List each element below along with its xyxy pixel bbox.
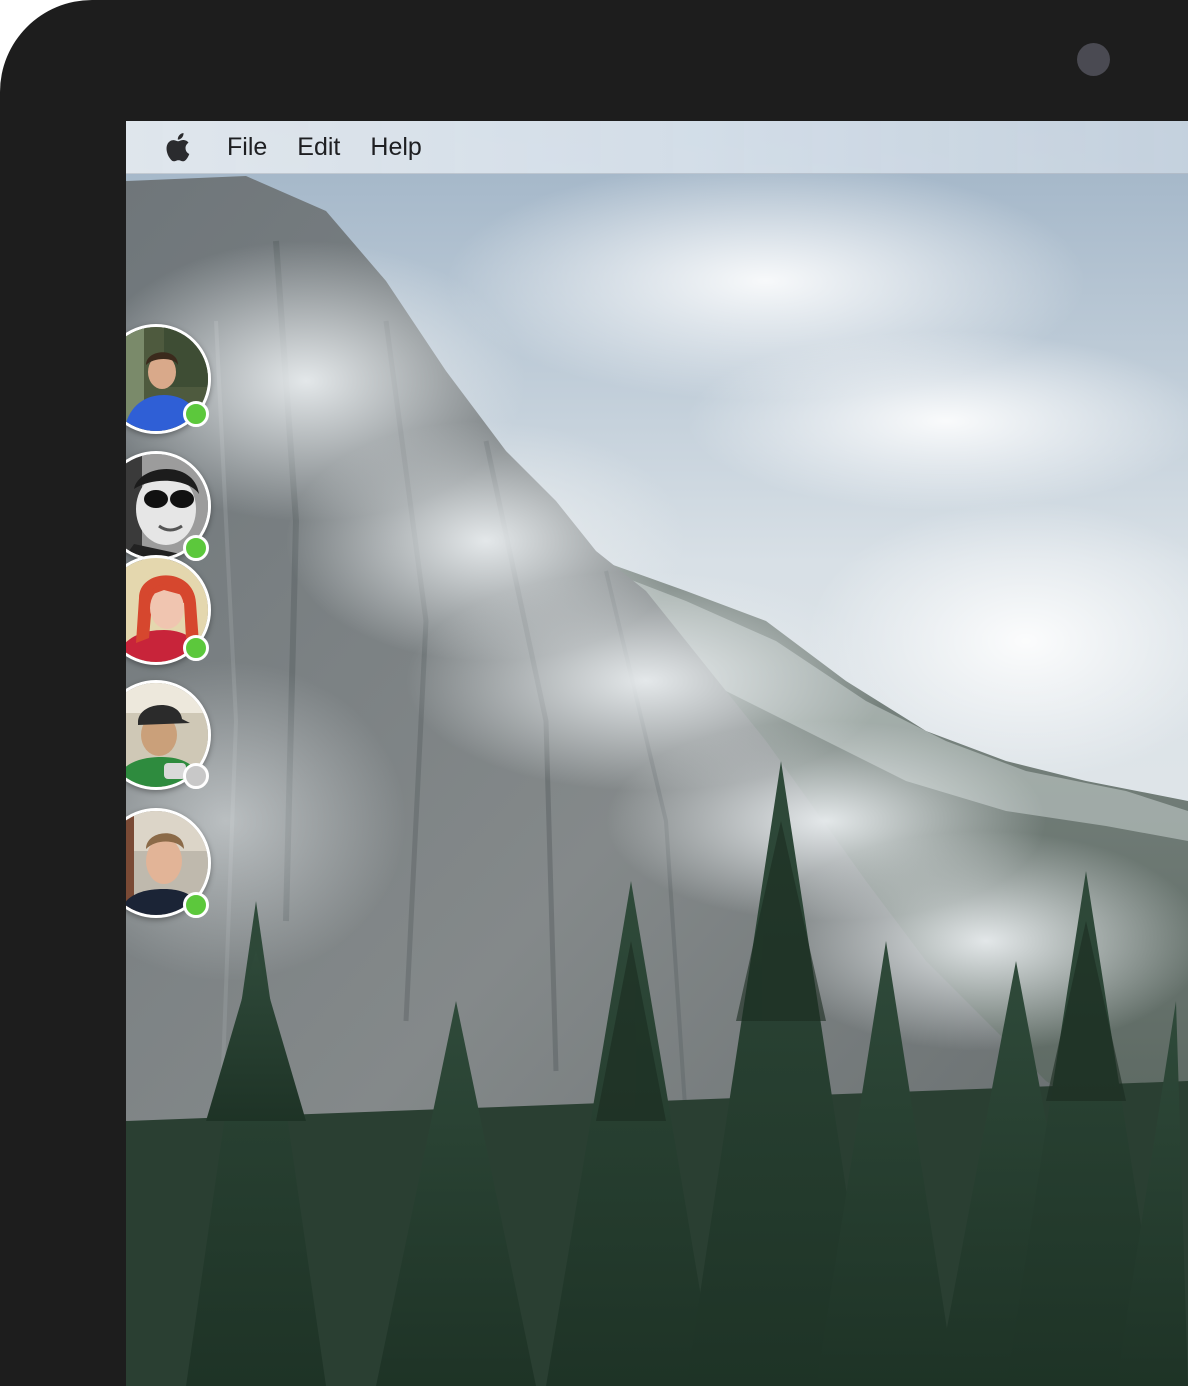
desktop-wallpaper (126, 121, 1188, 1386)
status-indicator-online (183, 892, 209, 918)
menu-help[interactable]: Help (355, 121, 436, 173)
status-indicator-online (183, 401, 209, 427)
status-indicator-online (183, 535, 209, 561)
status-indicator-offline (183, 763, 209, 789)
laptop-bezel: File Edit Help (0, 0, 1188, 1386)
menu-bar: File Edit Help (126, 121, 1188, 174)
apple-logo-icon[interactable] (162, 131, 192, 163)
camera-icon (1077, 43, 1110, 76)
menu-file[interactable]: File (212, 121, 282, 173)
menu-edit[interactable]: Edit (282, 121, 355, 173)
status-indicator-online (183, 635, 209, 661)
desktop-screen: File Edit Help (126, 121, 1188, 1386)
